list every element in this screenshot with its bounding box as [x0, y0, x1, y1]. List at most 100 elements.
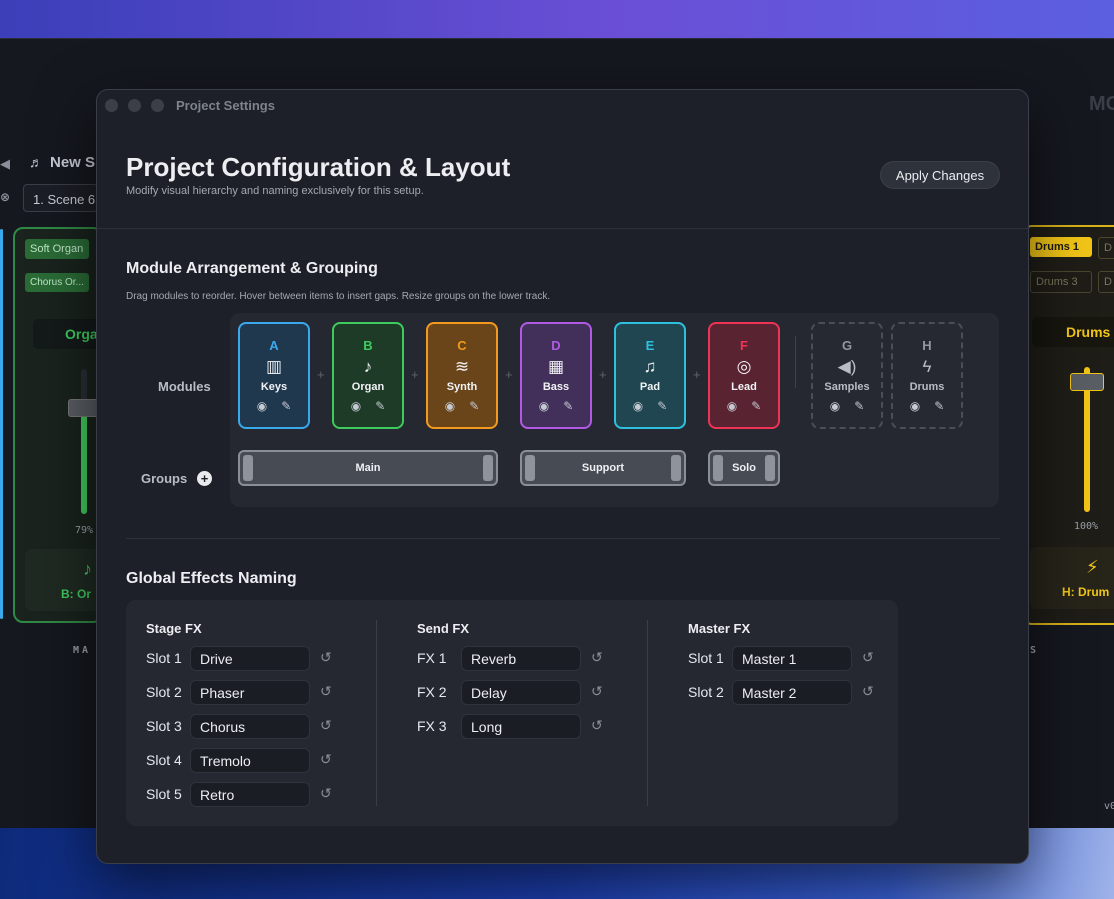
group-main[interactable]: Main	[238, 450, 498, 486]
send-fx-2-input[interactable]	[461, 680, 581, 705]
pencil-icon[interactable]: ✎	[854, 399, 864, 413]
scene-selector[interactable]: 1. Scene 6	[23, 184, 98, 212]
back-channel-footer: ♪ B: Or	[25, 549, 103, 611]
hide-icon[interactable]: ◉	[351, 399, 361, 413]
send-fx-1-input[interactable]	[461, 646, 581, 671]
pencil-icon[interactable]: ✎	[657, 399, 667, 413]
desktop-wallpaper-top	[0, 0, 1114, 38]
back-section-label: S	[1030, 645, 1037, 656]
back-chip[interactable]: Soft Organ	[25, 239, 89, 259]
close-icon: ⊗	[0, 190, 11, 204]
reset-icon[interactable]: ↺	[320, 785, 332, 802]
stage-slot-4-input[interactable]	[190, 748, 310, 773]
module-name: Synth	[446, 381, 478, 393]
master-slot-1-input[interactable]	[732, 646, 852, 671]
hide-icon[interactable]: ◉	[539, 399, 549, 413]
module-name: Drums	[909, 381, 945, 393]
module-card-samples[interactable]: G ◀) Samples ◉ ✎	[811, 322, 883, 429]
pencil-icon[interactable]: ✎	[281, 399, 291, 413]
insert-gap-icon[interactable]: +	[411, 367, 419, 382]
reset-icon[interactable]: ↺	[862, 649, 874, 666]
hide-icon[interactable]: ◉	[445, 399, 455, 413]
insert-gap-icon[interactable]: +	[317, 367, 325, 382]
send-fx-3-input[interactable]	[461, 714, 581, 739]
group-resize-handle-right[interactable]	[671, 455, 681, 481]
arrangement-description: Drag modules to reorder. Hover between i…	[126, 291, 551, 302]
back-channel-name-box: Drums	[1032, 317, 1114, 347]
project-settings-window: Project Settings Project Configuration &…	[96, 89, 1029, 864]
reset-icon[interactable]: ↺	[862, 683, 874, 700]
module-card-bass[interactable]: D ▦ Bass ◉ ✎	[520, 322, 592, 429]
reset-icon[interactable]: ↺	[591, 717, 603, 734]
send-fx-label: FX 3	[417, 718, 447, 734]
section-divider	[126, 538, 1000, 539]
group-support[interactable]: Support	[520, 450, 686, 486]
insert-gap-icon[interactable]: +	[505, 367, 513, 382]
back-fader-fill	[81, 409, 87, 514]
reset-icon[interactable]: ↺	[591, 683, 603, 700]
waveform-icon: ≋	[454, 357, 470, 376]
back-chip[interactable]: Drums 1	[1030, 237, 1092, 257]
add-group-icon[interactable]: +	[197, 471, 212, 486]
back-chip[interactable]: Chorus Or...	[25, 273, 89, 292]
stage-slot-label: Slot 4	[146, 752, 182, 768]
back-fader-knob[interactable]	[1070, 373, 1104, 391]
module-card-keys[interactable]: A ▥ Keys ◉ ✎	[238, 322, 310, 429]
reset-icon[interactable]: ↺	[320, 649, 332, 666]
stage-slot-3-input[interactable]	[190, 714, 310, 739]
hide-icon[interactable]: ◉	[257, 399, 267, 413]
group-resize-handle-right[interactable]	[483, 455, 493, 481]
hide-icon[interactable]: ◉	[633, 399, 643, 413]
pencil-icon[interactable]: ✎	[934, 399, 944, 413]
module-card-drums[interactable]: H ϟ Drums ◉ ✎	[891, 322, 963, 429]
eye-icon[interactable]: ◉	[830, 399, 840, 413]
page-subtitle: Modify visual hierarchy and naming exclu…	[126, 185, 424, 197]
stage-slot-label: Slot 5	[146, 786, 182, 802]
master-fx-title: Master FX	[688, 621, 751, 636]
reset-icon[interactable]: ↺	[320, 683, 332, 700]
insert-gap-icon[interactable]: +	[693, 367, 701, 382]
apply-changes-button[interactable]: Apply Changes	[880, 161, 1000, 189]
reset-icon[interactable]: ↺	[591, 649, 603, 666]
arrangement-section-title: Module Arrangement & Grouping	[126, 260, 378, 277]
master-slot-2-input[interactable]	[732, 680, 852, 705]
reset-icon[interactable]: ↺	[320, 717, 332, 734]
effects-section-title: Global Effects Naming	[126, 570, 297, 587]
back-fader-percent: 79%	[75, 525, 94, 536]
back-chip[interactable]: D	[1098, 237, 1114, 259]
stage-slot-5-input[interactable]	[190, 782, 310, 807]
reset-icon[interactable]: ↺	[320, 751, 332, 768]
group-resize-handle-left[interactable]	[525, 455, 535, 481]
zoom-window-button[interactable]	[151, 98, 164, 112]
pencil-icon[interactable]: ✎	[469, 399, 479, 413]
pencil-icon[interactable]: ✎	[563, 399, 573, 413]
module-card-organ[interactable]: B ♪ Organ ◉ ✎	[332, 322, 404, 429]
module-name: Pad	[639, 381, 661, 393]
stage-slot-2-input[interactable]	[190, 680, 310, 705]
minimize-window-button[interactable]	[128, 98, 141, 112]
module-letter: B	[363, 338, 373, 353]
eye-icon[interactable]: ◉	[910, 399, 920, 413]
group-resize-handle-left[interactable]	[243, 455, 253, 481]
close-window-button[interactable]	[105, 98, 118, 112]
module-name: Bass	[542, 381, 570, 393]
window-title: Project Settings	[176, 97, 275, 113]
module-card-synth[interactable]: C ≋ Synth ◉ ✎	[426, 322, 498, 429]
music-note-icon: ♪	[363, 357, 373, 376]
back-chip[interactable]: D	[1098, 271, 1114, 293]
pencil-icon[interactable]: ✎	[375, 399, 385, 413]
module-card-lead[interactable]: F ◎ Lead ◉ ✎	[708, 322, 780, 429]
insert-gap-icon[interactable]: +	[599, 367, 607, 382]
group-resize-handle-left[interactable]	[713, 455, 723, 481]
group-resize-handle-right[interactable]	[765, 455, 775, 481]
module-letter: C	[457, 338, 467, 353]
lightning-icon: ϟ	[922, 357, 932, 376]
header-divider	[97, 228, 1028, 229]
group-solo[interactable]: Solo	[708, 450, 780, 486]
module-card-pad[interactable]: E ♫ Pad ◉ ✎	[614, 322, 686, 429]
stage-slot-1-input[interactable]	[190, 646, 310, 671]
hide-icon[interactable]: ◉	[727, 399, 737, 413]
pencil-icon[interactable]: ✎	[751, 399, 761, 413]
back-chip[interactable]: Drums 3	[1030, 271, 1092, 293]
back-channel-footer-label: B: Or	[61, 587, 91, 601]
